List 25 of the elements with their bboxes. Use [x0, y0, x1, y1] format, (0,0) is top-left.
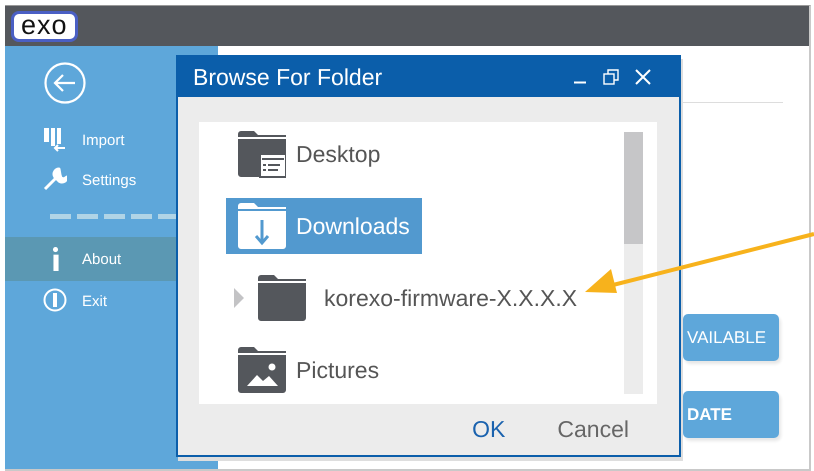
folder-item[interactable]: korexo-firmware-X.X.X.X [226, 270, 590, 326]
sidebar-item[interactable]: Exit [5, 281, 218, 321]
app-logo: exo [11, 10, 78, 42]
power-icon [43, 288, 67, 314]
folder-icon [258, 274, 306, 322]
restore-icon[interactable] [603, 69, 619, 85]
desktop-folder-icon [238, 130, 286, 178]
scrollbar[interactable] [624, 132, 643, 394]
cancel-button[interactable]: Cancel [557, 416, 629, 443]
back-icon[interactable] [44, 62, 86, 104]
ok-button[interactable]: OK [472, 416, 506, 443]
wrench-icon [43, 167, 67, 193]
action-button[interactable]: VAILABLE [683, 314, 779, 361]
sidebar-item[interactable]: Settings [5, 160, 218, 200]
download-folder-icon [238, 202, 286, 250]
info-icon [52, 247, 59, 271]
pictures-folder-icon [238, 346, 286, 394]
action-button[interactable]: DATE [683, 391, 779, 438]
folder-item[interactable]: Downloads [226, 198, 422, 254]
import-icon [43, 127, 67, 153]
folder-item[interactable]: Pictures [226, 342, 392, 398]
dialog-title: Browse For Folder [193, 64, 382, 90]
sidebar-item[interactable]: Import [5, 120, 218, 160]
close-icon[interactable] [635, 69, 651, 85]
folder-item[interactable]: Desktop [226, 126, 392, 182]
